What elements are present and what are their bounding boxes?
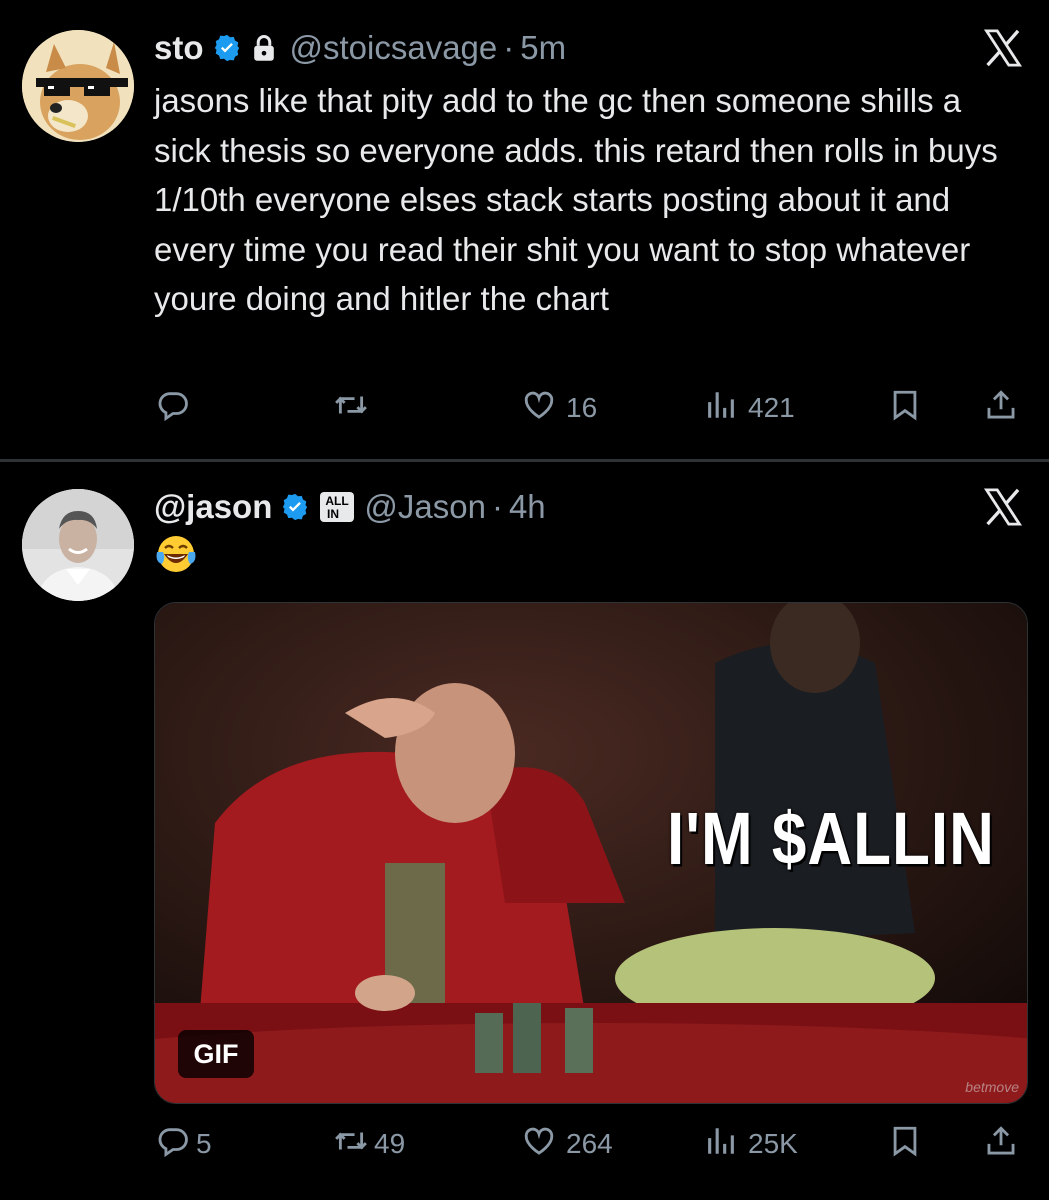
timestamp[interactable]: 5m bbox=[520, 29, 566, 67]
retweet-icon bbox=[334, 1124, 368, 1165]
author-name[interactable]: @jason bbox=[154, 488, 272, 526]
like-count: 264 bbox=[566, 1128, 613, 1159]
x-logo-icon bbox=[981, 27, 1025, 69]
like-icon bbox=[522, 1124, 556, 1165]
views-icon bbox=[704, 1124, 738, 1165]
all-in-badge-icon[interactable]: ALL IN bbox=[320, 492, 355, 522]
retweet-icon bbox=[334, 388, 368, 429]
like-button[interactable]: 264 bbox=[522, 1124, 613, 1164]
retweet-button[interactable]: 49 bbox=[334, 1124, 405, 1164]
views-button[interactable]: 25K bbox=[704, 1124, 798, 1164]
separator-dot: · bbox=[503, 29, 515, 66]
views-count: 421 bbox=[748, 392, 795, 423]
retweet-count: 49 bbox=[374, 1128, 406, 1159]
tweet-actions: 16 421 bbox=[0, 388, 1049, 428]
verified-badge-icon bbox=[280, 492, 310, 522]
x-logo-icon bbox=[981, 486, 1025, 528]
gif-badge: GIF bbox=[178, 1030, 254, 1078]
views-button[interactable]: 421 bbox=[704, 388, 795, 428]
timestamp[interactable]: 4h bbox=[509, 488, 546, 526]
reply-button[interactable]: 5 bbox=[156, 1124, 212, 1164]
all-in-badge-bottom: IN bbox=[327, 507, 339, 521]
reply-count: 5 bbox=[196, 1128, 212, 1159]
like-icon bbox=[522, 388, 556, 429]
verified-badge-icon bbox=[212, 33, 242, 63]
bookmark-button[interactable] bbox=[888, 1124, 922, 1164]
tweet-2[interactable]: @jason ALL IN @Jason · 4h I'M $ALLIN bet… bbox=[0, 462, 1049, 1200]
reply-button[interactable] bbox=[156, 388, 200, 428]
tweet-header: sto @stoicsavage · 5m bbox=[154, 28, 566, 68]
separator-dot: · bbox=[491, 488, 503, 525]
tweet-header: @jason ALL IN @Jason · 4h bbox=[154, 487, 546, 527]
share-icon bbox=[984, 388, 1018, 429]
reply-icon bbox=[156, 388, 190, 429]
gif-watermark: betmove bbox=[965, 1079, 1019, 1095]
gif-caption: I'M $ALLIN bbox=[667, 798, 995, 881]
avatar[interactable] bbox=[22, 30, 134, 142]
bookmark-icon bbox=[888, 1124, 922, 1165]
retweet-button[interactable] bbox=[334, 388, 378, 428]
views-count: 25K bbox=[748, 1128, 798, 1159]
gif-media[interactable]: I'M $ALLIN betmove GIF bbox=[154, 602, 1028, 1104]
author-handle[interactable]: @Jason bbox=[364, 488, 486, 526]
tweet-text: jasons like that pity add to the gc then… bbox=[154, 82, 998, 317]
views-icon bbox=[704, 388, 738, 429]
author-name[interactable]: sto bbox=[154, 29, 204, 67]
share-button[interactable] bbox=[984, 1124, 1018, 1164]
all-in-badge-top: ALL bbox=[326, 494, 349, 508]
tweet-actions: 5 49 264 25K bbox=[0, 1124, 1049, 1164]
bookmark-icon bbox=[888, 388, 922, 429]
reply-icon bbox=[156, 1124, 190, 1165]
share-button[interactable] bbox=[984, 388, 1018, 428]
bookmark-button[interactable] bbox=[888, 388, 922, 428]
like-count: 16 bbox=[566, 392, 598, 423]
lock-icon bbox=[250, 33, 278, 63]
share-icon bbox=[984, 1124, 1018, 1165]
avatar[interactable] bbox=[22, 489, 134, 601]
like-button[interactable]: 16 bbox=[522, 388, 597, 428]
laughing-emoji-icon bbox=[154, 532, 198, 576]
tweet-1[interactable]: sto @stoicsavage · 5m jasons like that p… bbox=[0, 0, 1049, 460]
author-handle[interactable]: @stoicsavage bbox=[290, 29, 498, 67]
